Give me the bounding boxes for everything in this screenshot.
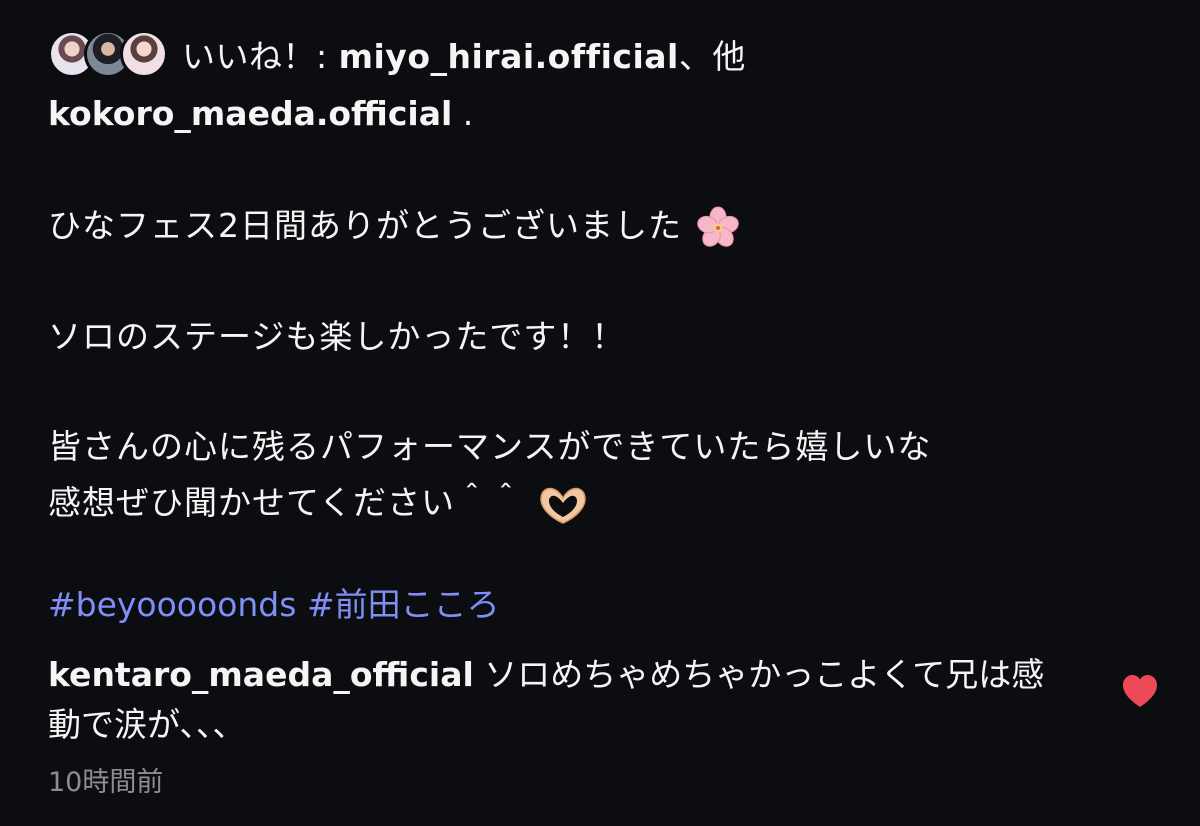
heart-hands-icon [535,483,591,527]
hashtag-link[interactable]: #前田こころ [307,585,500,624]
likes-summary[interactable]: いいね！: miyo_hirai.official、他 [48,26,746,82]
caption-line: 皆さんの心に残るパフォーマンスができていたら嬉しいな [48,420,931,468]
caption-text: ソロのステージも楽しかったです！！ [48,317,626,356]
caption-text: 皆さんの心に残るパフォーマンスができていたら嬉しいな [48,427,932,466]
caption-line: 感想ぜひ聞かせてください＾＾ [48,476,591,527]
cherry-blossom-icon [694,204,742,252]
caption-line: ソロのステージも楽しかったです！！ [48,310,625,358]
post-owner-username[interactable]: kokoro_maeda.official [48,94,452,133]
hashtag-link[interactable]: #beyooooonds [48,585,296,624]
likes-text: いいね！: miyo_hirai.official、他 [182,30,746,78]
liker-avatars[interactable] [48,30,168,78]
post-owner-line: kokoro_maeda.official . [48,94,473,133]
likes-prefix: いいね！: [182,37,339,76]
comment: kentaro_maeda_official ソロめちゃめちゃかっこよくて兄は感… [48,650,1058,750]
hashtags: #beyooooonds #前田こころ [48,578,500,626]
heart-icon[interactable] [1120,672,1160,712]
liker-username[interactable]: miyo_hirai.official [339,37,679,76]
comment-username[interactable]: kentaro_maeda_official [48,655,474,694]
caption-line: ひなフェス2日間ありがとうございました [48,199,742,252]
caption-text: ひなフェス2日間ありがとうございました [48,206,682,245]
avatar[interactable] [120,30,168,78]
likes-suffix[interactable]: 、他 [679,37,746,76]
comment-timestamp: 10時間前 [48,767,164,798]
caption-text: 感想ぜひ聞かせてください＾＾ [48,483,524,522]
owner-trailing: . [452,94,474,133]
